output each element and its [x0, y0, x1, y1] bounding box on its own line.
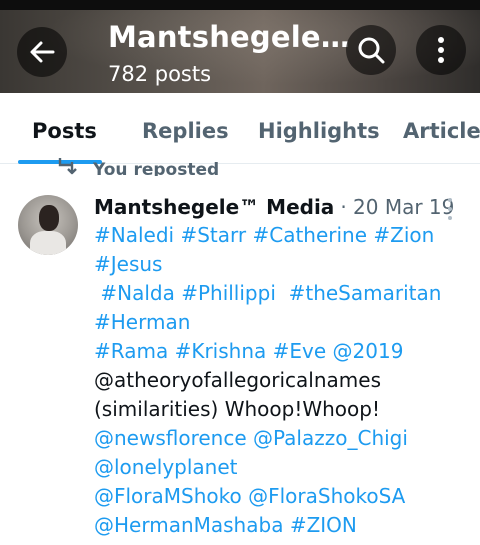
arrow-left-icon [30, 41, 55, 63]
hashtag-or-mention-link[interactable]: #Starr [180, 223, 246, 247]
hashtag-or-mention-link[interactable]: @newsflorence [94, 426, 247, 450]
hashtag-or-mention-link[interactable]: #Nalda [100, 281, 174, 305]
hashtag-or-mention-link[interactable]: @HermanMashaba [94, 513, 283, 537]
post[interactable]: Mantshegele™ Media · 20 Mar 19 #Naledi #… [94, 193, 464, 540]
hashtag-or-mention-link[interactable]: #Zion [373, 223, 434, 247]
post-text-line: #Nalda #Phillippi #theSamaritan [94, 279, 464, 308]
hashtag-or-mention-link[interactable]: #Jesus [94, 252, 162, 276]
more-vertical-icon [438, 37, 444, 63]
hashtag-or-mention-link[interactable]: @FloraShokoSA [248, 484, 405, 508]
profile-tabs: Posts Replies Highlights Articles [0, 93, 480, 164]
search-button[interactable] [346, 25, 396, 75]
tab-replies[interactable]: Replies [142, 119, 229, 143]
post-text-line: @newsflorence @Palazzo_Chigi [94, 424, 464, 453]
search-icon [358, 37, 385, 64]
hashtag-or-mention-link[interactable]: #theSamaritan [289, 281, 442, 305]
profile-header: Mantshegele… 782 posts [0, 0, 480, 93]
more-vertical-icon [448, 198, 452, 202]
profile-name: Mantshegele… [108, 20, 350, 54]
avatar[interactable] [18, 195, 78, 255]
post-text-line: @FloraMShoko @FloraShokoSA [94, 482, 464, 511]
hashtag-or-mention-link[interactable]: #Herman [94, 310, 190, 334]
post-more-button[interactable] [447, 198, 453, 220]
hashtag-or-mention-link[interactable]: @Palazzo_Chigi [253, 426, 408, 450]
tab-posts[interactable]: Posts [32, 119, 97, 143]
post-text-line: #Rama #Krishna #Eve @2019 [94, 337, 464, 366]
post-text [276, 281, 289, 305]
hashtag-or-mention-link[interactable]: #Eve [273, 339, 327, 363]
hashtag-or-mention-link[interactable]: @2019 [333, 339, 404, 363]
post-text-line: @lonelyplanet [94, 453, 464, 482]
post-text-line: #Naledi #Starr #Catherine #Zion [94, 221, 464, 250]
repost-icon [58, 158, 77, 175]
hashtag-or-mention-link[interactable]: #Catherine [252, 223, 367, 247]
hashtag-or-mention-link[interactable]: @FloraMShoko [94, 484, 242, 508]
hashtag-or-mention-link[interactable]: #Phillippi [181, 281, 276, 305]
post-text: (similarities) Whoop!Whoop! [94, 397, 380, 421]
repost-label: You reposted [93, 160, 220, 176]
post-count: 782 posts [108, 62, 212, 86]
post-body: #Naledi #Starr #Catherine #Zion #Jesus #N… [94, 221, 464, 540]
more-options-button[interactable] [416, 25, 466, 75]
post-text-line: @HermanMashaba #ZION [94, 511, 464, 540]
post-text-line: #Jesus [94, 250, 464, 279]
post-text-line: (similarities) Whoop!Whoop! [94, 395, 464, 424]
tab-articles[interactable]: Articles [403, 119, 480, 143]
post-author[interactable]: Mantshegele™ Media [94, 193, 334, 222]
repost-indicator: You reposted [57, 156, 219, 176]
hashtag-or-mention-link[interactable]: #ZION [290, 513, 357, 537]
post-text-line: #Herman [94, 308, 464, 337]
post-date[interactable]: · 20 Mar 19 [340, 193, 454, 222]
hashtag-or-mention-link[interactable]: #Naledi [94, 223, 174, 247]
hashtag-or-mention-link[interactable]: @lonelyplanet [94, 455, 238, 479]
post-text: @atheoryofallegoricalnames [94, 368, 381, 392]
post-header: Mantshegele™ Media · 20 Mar 19 [94, 193, 464, 221]
tab-highlights[interactable]: Highlights [258, 119, 380, 143]
back-button[interactable] [17, 27, 67, 77]
hashtag-or-mention-link[interactable]: #Krishna [175, 339, 267, 363]
hashtag-or-mention-link[interactable]: #Rama [94, 339, 168, 363]
post-text-line: @atheoryofallegoricalnames [94, 366, 464, 395]
